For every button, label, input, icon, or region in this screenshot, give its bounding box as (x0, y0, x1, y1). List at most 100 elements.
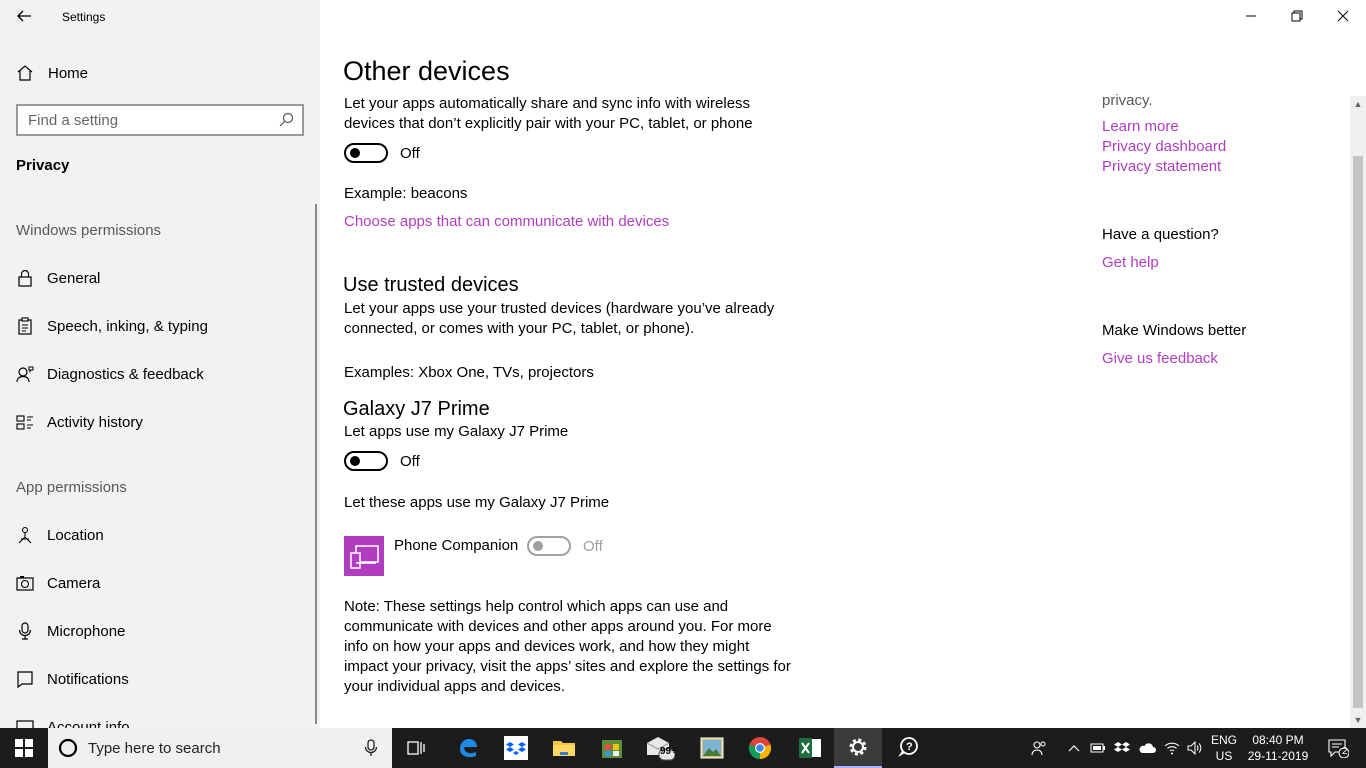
feedback-hub-icon: ? (898, 737, 918, 757)
show-hidden-icons-button[interactable] (1064, 728, 1084, 768)
activity-history-icon (16, 415, 33, 430)
person-feedback-icon (16, 366, 34, 383)
taskbar-edge[interactable] (444, 728, 492, 768)
account-info-icon (16, 720, 34, 728)
taskbar-chrome[interactable] (736, 728, 784, 768)
sidebar-item-label: Speech, inking, & typing (47, 317, 208, 335)
give-feedback-link[interactable]: Give us feedback (1102, 350, 1218, 367)
sidebar-item-speech[interactable]: Speech, inking, & typing (16, 314, 208, 338)
volume-tray[interactable] (1184, 728, 1206, 768)
onedrive-tray[interactable] (1136, 728, 1158, 768)
excel-icon (799, 738, 821, 758)
note-line-4: impact your privacy, visit the apps’ sit… (344, 658, 791, 675)
microphone-icon (18, 622, 32, 640)
app-name: Phone Companion (394, 537, 519, 554)
notification-icon (17, 671, 33, 688)
note-line-1: Note: These settings help control which … (344, 598, 729, 615)
other-devices-toggle[interactable] (344, 143, 388, 163)
phone-companion-icon (350, 545, 379, 569)
store-icon (602, 740, 622, 758)
search-placeholder: Find a setting (28, 112, 119, 129)
sidebar-item-location[interactable]: Location (16, 523, 104, 547)
minimize-icon (1246, 15, 1256, 17)
microphone-icon[interactable] (364, 739, 378, 757)
wifi-tray[interactable] (1162, 728, 1182, 768)
privacy-statement-link[interactable]: Privacy statement (1102, 158, 1221, 175)
language-code: ENG (1210, 733, 1237, 747)
privacy-tail-text: privacy. (1102, 92, 1153, 109)
trusted-examples: Examples: Xbox One, TVs, projectors (344, 364, 594, 381)
other-devices-desc-2: devices that don’t explicitly pair with … (344, 115, 753, 132)
sidebar-item-label: Microphone (47, 622, 126, 640)
notification-count: 2 (1342, 746, 1348, 757)
learn-more-link[interactable]: Learn more (1102, 118, 1179, 135)
taskbar-mail[interactable]: 99+ (636, 728, 684, 768)
taskbar-feedback-hub[interactable]: ? (884, 728, 932, 768)
task-view-button[interactable] (392, 728, 440, 768)
settings-gear-icon (849, 738, 867, 756)
battery-icon (1090, 743, 1105, 753)
sidebar-item-account-info[interactable]: Account info (16, 715, 130, 728)
windows-better-header: Make Windows better (1102, 322, 1247, 339)
sidebar-item-notifications[interactable]: Notifications (16, 667, 129, 691)
action-center-button[interactable]: 2 (1318, 728, 1358, 768)
sidebar-item-microphone[interactable]: Microphone (16, 619, 125, 643)
restore-icon (1291, 10, 1303, 22)
setting-search-input[interactable]: Find a setting (16, 104, 304, 136)
sidebar-item-diagnostics[interactable]: Diagnostics & feedback (16, 362, 204, 386)
get-help-link[interactable]: Get help (1102, 254, 1159, 271)
scroll-up-icon[interactable]: ▲ (1350, 96, 1366, 112)
taskbar-store[interactable] (588, 728, 636, 768)
sidebar-scrollbar[interactable] (315, 204, 317, 724)
device-toggle-label: Off (400, 453, 420, 470)
dropbox-tray[interactable] (1112, 728, 1132, 768)
people-button[interactable] (1026, 728, 1052, 768)
device-toggle[interactable] (344, 451, 388, 471)
close-button[interactable] (1320, 0, 1366, 32)
keyboard-layout: US (1215, 749, 1233, 763)
mail-badge-count: 99+ (660, 746, 677, 757)
windows-logo-icon (15, 739, 33, 757)
main-content: Other devices Let your apps automaticall… (320, 0, 1366, 728)
taskbar-search-box[interactable]: Type here to search (48, 728, 392, 768)
taskbar-file-explorer[interactable] (540, 728, 588, 768)
taskbar-photos[interactable] (688, 728, 736, 768)
minimize-button[interactable] (1228, 0, 1274, 32)
trusted-desc-1: Let your apps use your trusted devices (… (344, 300, 775, 317)
sidebar-item-camera[interactable]: Camera (16, 571, 100, 595)
start-button[interactable] (0, 728, 48, 768)
lock-icon (18, 269, 32, 287)
task-view-icon (407, 741, 425, 755)
taskbar-dropbox[interactable] (492, 728, 540, 768)
close-icon (1337, 10, 1349, 22)
main-scrollbar[interactable]: ▲ ▼ (1350, 96, 1366, 728)
language-indicator[interactable]: ENG US (1206, 728, 1242, 768)
scroll-down-icon[interactable]: ▼ (1350, 712, 1366, 728)
back-button[interactable] (14, 6, 34, 26)
taskbar-excel[interactable] (786, 728, 834, 768)
sidebar-item-label: Diagnostics & feedback (47, 365, 204, 383)
clock[interactable]: 08:40 PM 29-11-2019 (1244, 728, 1312, 768)
scroll-thumb[interactable] (1353, 156, 1363, 708)
choose-apps-link[interactable]: Choose apps that can communicate with de… (344, 213, 669, 230)
chevron-up-icon (1068, 745, 1080, 752)
home-label: Home (48, 64, 89, 82)
sidebar-item-activity-history[interactable]: Activity history (16, 410, 143, 434)
sidebar-item-general[interactable]: General (16, 266, 100, 290)
taskbar-search-placeholder: Type here to search (88, 740, 221, 757)
taskbar-settings[interactable] (834, 728, 882, 768)
trusted-desc-2: connected, or comes with your PC, tablet… (344, 320, 695, 337)
folder-icon (553, 741, 575, 756)
battery-tray[interactable] (1088, 728, 1108, 768)
other-devices-desc-1: Let your apps automatically share and sy… (344, 95, 751, 112)
note-line-5: your individual apps and devices. (344, 678, 565, 695)
phone-companion-toggle[interactable] (527, 536, 571, 556)
svg-text:?: ? (906, 741, 913, 753)
privacy-dashboard-link[interactable]: Privacy dashboard (1102, 138, 1226, 155)
people-icon (1031, 741, 1046, 756)
home-nav[interactable]: Home (16, 62, 88, 84)
location-icon (18, 526, 32, 544)
restore-button[interactable] (1274, 0, 1320, 32)
example-beacons: Example: beacons (344, 185, 468, 202)
dropbox-tray-icon (1114, 742, 1130, 752)
